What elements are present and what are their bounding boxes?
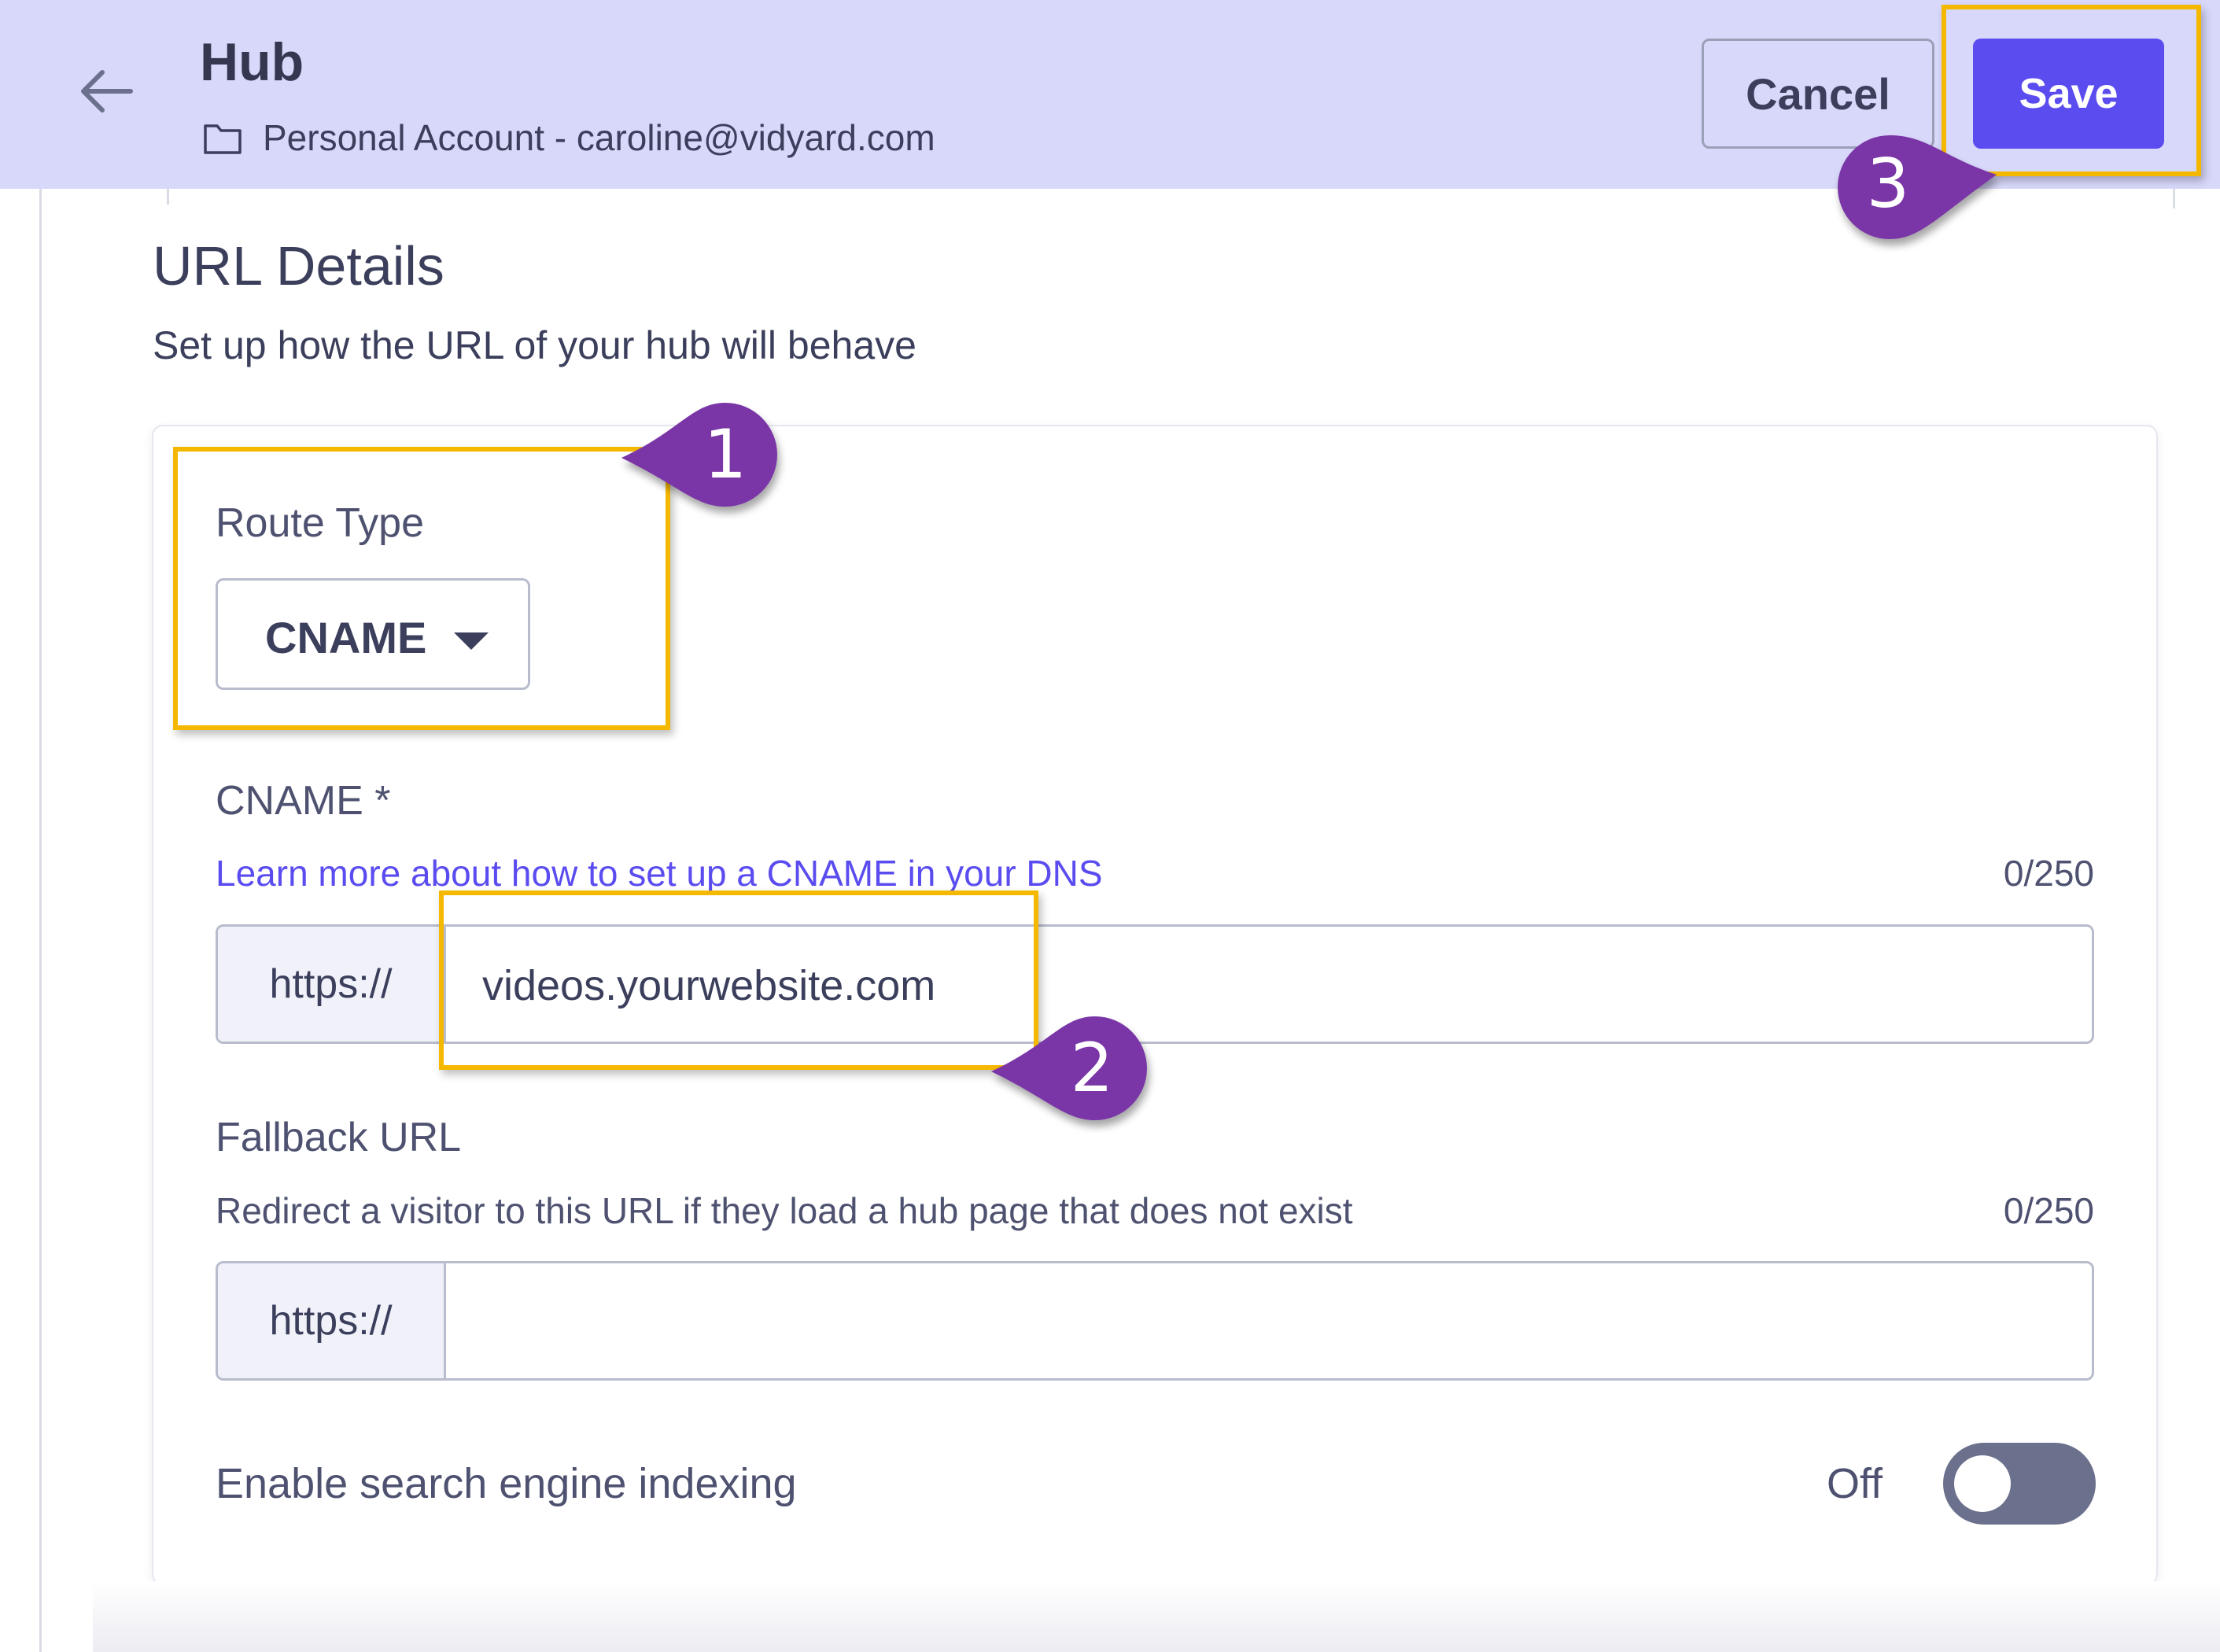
fallback-url-input[interactable]: https:// (216, 1261, 2094, 1381)
search-indexing-label: Enable search engine indexing (216, 1460, 797, 1507)
cname-highlight-box (439, 891, 1038, 1070)
toggle-state-label: Off (1827, 1460, 1883, 1507)
cname-label: CNAME * (216, 778, 391, 824)
back-arrow-icon[interactable] (79, 68, 134, 115)
search-indexing-toggle[interactable] (1943, 1443, 2096, 1525)
account-label: Personal Account - caroline@vidyard.com (263, 117, 935, 158)
fallback-url-label: Fallback URL (216, 1115, 462, 1160)
cname-char-counter: 0/250 (2003, 853, 2094, 894)
panel-edge-right (2173, 189, 2175, 208)
callout-3-number: 3 (1866, 145, 1910, 223)
cname-help-link[interactable]: Learn more about how to set up a CNAME i… (216, 852, 1103, 894)
left-divider (39, 189, 42, 1652)
folder-icon (204, 124, 242, 154)
callout-1-number: 1 (703, 415, 747, 494)
callout-2-number: 2 (1070, 1029, 1114, 1108)
bottom-shade (93, 1581, 2220, 1652)
toggle-knob (1954, 1455, 2011, 1512)
page-title: Hub (200, 32, 304, 92)
section-subtitle: Set up how the URL of your hub will beha… (153, 323, 916, 367)
fallback-url-description: Redirect a visitor to this URL if they l… (216, 1190, 1353, 1231)
fallback-char-counter: 0/250 (2003, 1190, 2094, 1231)
route-type-highlight-box (173, 447, 670, 730)
section-title: URL Details (153, 235, 444, 297)
cname-url-prefix: https:// (218, 927, 446, 1042)
fallback-url-prefix: https:// (218, 1263, 446, 1378)
panel-edge-left (167, 189, 169, 205)
